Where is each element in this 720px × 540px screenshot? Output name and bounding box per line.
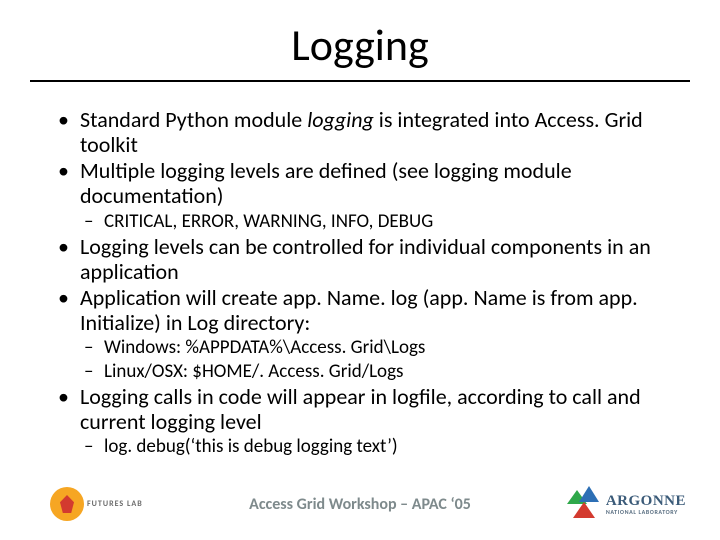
bullet-item: Logging levels can be controlled for ind… bbox=[54, 235, 666, 284]
argonne-logo: ARGONNE NATIONAL LABORATORY bbox=[565, 486, 686, 522]
sub-bullet-item: log. debug(‘this is debug logging text’) bbox=[80, 436, 666, 458]
futures-lab-logo: FUTURES LAB bbox=[50, 487, 143, 521]
argonne-icon bbox=[565, 486, 601, 522]
slide-title: Logging bbox=[0, 18, 720, 72]
bullet-text: Application will create app. Name. log (… bbox=[80, 284, 638, 336]
argonne-label: ARGONNE bbox=[606, 494, 686, 509]
bullet-text: Logging levels can be controlled for ind… bbox=[80, 233, 651, 285]
sub-bullet-item: Windows: %APPDATA%\Access. Grid\Logs bbox=[80, 337, 666, 359]
slide-footer: FUTURES LAB Access Grid Workshop – APAC … bbox=[0, 480, 720, 528]
bullet-text: Multiple logging levels are defined (see… bbox=[80, 157, 572, 209]
bullet-item: Standard Python module logging is integr… bbox=[54, 108, 666, 157]
bullet-item: Multiple logging levels are defined (see… bbox=[54, 159, 666, 233]
argonne-sublabel: NATIONAL LABORATORY bbox=[606, 509, 686, 515]
sub-bullet-item: CRITICAL, ERROR, WARNING, INFO, DEBUG bbox=[80, 211, 666, 233]
bullet-item: Logging calls in code will appear in log… bbox=[54, 385, 666, 459]
sub-bullet-item: Linux/OSX: $HOME/. Access. Grid/Logs bbox=[80, 361, 666, 383]
futures-lab-label: FUTURES LAB bbox=[87, 499, 143, 509]
slide-body: Standard Python module logging is integr… bbox=[0, 82, 720, 459]
bullet-item: Application will create app. Name. log (… bbox=[54, 286, 666, 383]
futures-lab-icon bbox=[50, 487, 84, 521]
bullet-text: Logging calls in code will appear in log… bbox=[80, 383, 641, 435]
